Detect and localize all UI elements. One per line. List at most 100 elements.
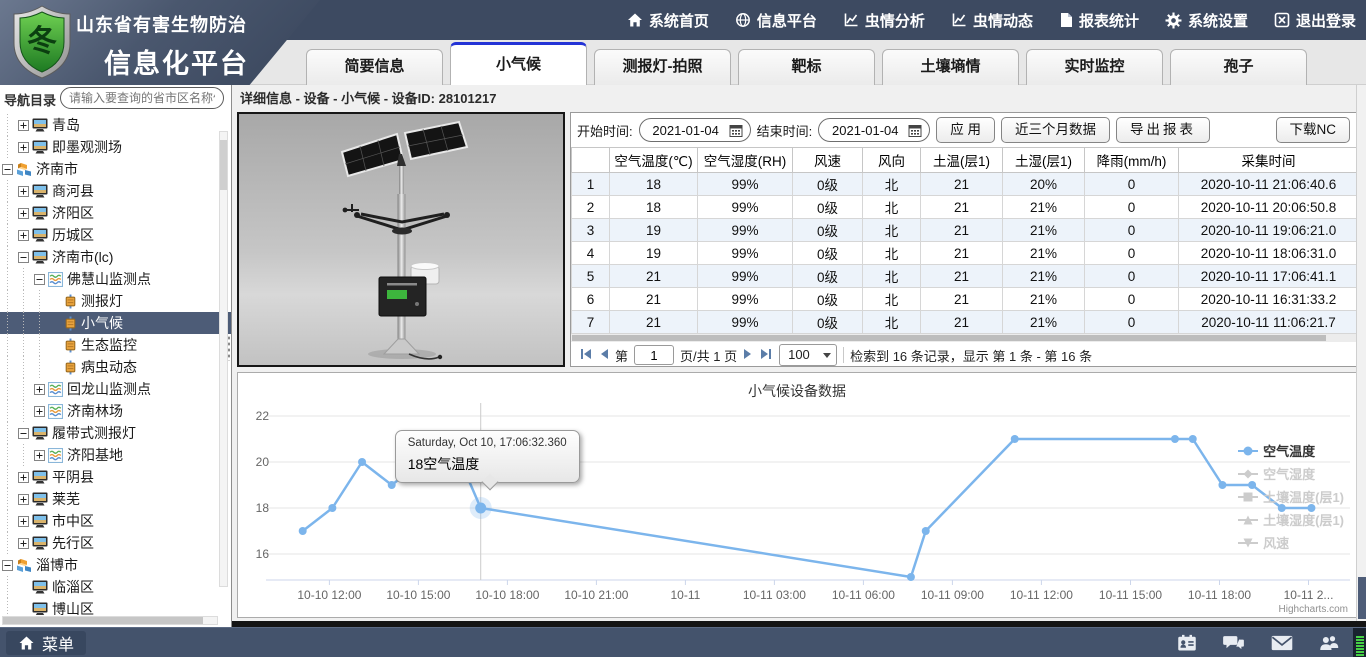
tree-expander[interactable] [16,114,32,136]
tree-expander[interactable] [0,158,16,180]
tab-2[interactable]: 测报灯-拍照 [594,49,731,85]
expand-plus-icon[interactable] [18,538,29,549]
next-page-button[interactable] [743,348,753,363]
tree-item-0[interactable]: 青岛 [0,114,232,136]
tree-item-1[interactable]: 即墨观测场 [0,136,232,158]
tree-item-18[interactable]: 市中区 [0,510,232,532]
page-number-input[interactable] [634,345,674,365]
tree-expander[interactable] [32,378,48,400]
table-row-6[interactable]: 62199%0级北2121%02020-10-11 16:31:33.2 [572,288,1358,311]
expand-plus-icon[interactable] [34,450,45,461]
tree-item-20[interactable]: 淄博市 [0,554,232,576]
tree-item-13[interactable]: 济南林场 [0,400,232,422]
tree-item-6[interactable]: 济南市(lc) [0,246,232,268]
legend-item-3[interactable]: 土壤湿度(层1) [1238,508,1344,531]
tab-4[interactable]: 土壤墒情 [882,49,1019,85]
table-row-2[interactable]: 21899%0级北2121%02020-10-11 20:06:50.8 [572,196,1358,219]
tree-item-21[interactable]: 临淄区 [0,576,232,598]
topnav-item-6[interactable]: 退出登录 [1274,10,1356,31]
topnav-item-2[interactable]: 虫情分析 [843,10,925,31]
tree-expander[interactable] [16,180,32,202]
download-nc-button[interactable]: 下载NC [1276,117,1351,143]
expand-plus-icon[interactable] [34,406,45,417]
table-row-7[interactable]: 72199%0级北2121%02020-10-11 11:06:21.7 [572,311,1358,334]
menu-button[interactable]: 菜单 [6,631,86,655]
table-row-5[interactable]: 52199%0级北2121%02020-10-11 17:06:41.1 [572,265,1358,288]
page-size-select[interactable]: 100 [779,344,837,366]
tree-item-19[interactable]: 先行区 [0,532,232,554]
apply-button[interactable]: 应 用 [936,117,995,143]
recent-three-months-button[interactable]: 近三个月数据 [1001,117,1110,143]
end-date-input[interactable] [825,119,905,141]
tree-item-7[interactable]: 佛慧山监测点 [0,268,232,290]
table-horizontal-scrollbar[interactable] [571,334,1356,342]
tree-expander[interactable] [16,202,32,224]
tree-item-5[interactable]: 历城区 [0,224,232,246]
expand-plus-icon[interactable] [18,230,29,241]
prev-page-button[interactable] [599,348,609,363]
table-row-1[interactable]: 11899%0级北2120%02020-10-11 21:06:40.6 [572,173,1358,196]
tree-item-4[interactable]: 济阳区 [0,202,232,224]
expand-plus-icon[interactable] [18,208,29,219]
collapse-minus-icon[interactable] [2,560,13,571]
legend-item-4[interactable]: 风速 [1238,531,1344,554]
expand-plus-icon[interactable] [18,142,29,153]
start-date-input[interactable] [646,119,726,141]
tree-expander[interactable] [32,444,48,466]
tab-6[interactable]: 孢子 [1170,49,1307,85]
sidebar-horizontal-scrollbar[interactable] [2,616,218,625]
expand-plus-icon[interactable] [18,516,29,527]
people-button[interactable] [1318,633,1340,653]
last-page-button[interactable] [759,348,773,363]
tab-0[interactable]: 简要信息 [306,49,443,85]
start-date-picker[interactable] [639,118,751,142]
collapse-minus-icon[interactable] [34,274,45,285]
tree-expander[interactable] [16,510,32,532]
tree-item-15[interactable]: 济阳基地 [0,444,232,466]
topnav-item-1[interactable]: 信息平台 [735,10,817,31]
legend-item-0[interactable]: 空气温度 [1238,439,1344,462]
collapse-minus-icon[interactable] [18,252,29,263]
topnav-item-0[interactable]: 系统首页 [627,10,709,31]
tree-expander[interactable] [16,466,32,488]
collapse-minus-icon[interactable] [18,428,29,439]
topnav-item-3[interactable]: 虫情动态 [951,10,1033,31]
export-report-button[interactable]: 导出报表 [1116,117,1210,143]
tree-expander[interactable] [32,268,48,290]
tree-item-11[interactable]: 病虫动态 [0,356,232,378]
main-vertical-scrollbar[interactable] [1356,85,1366,621]
topnav-item-5[interactable]: 系统设置 [1165,10,1248,31]
tree-item-17[interactable]: 莱芜 [0,488,232,510]
tree-expander[interactable] [16,224,32,246]
expand-plus-icon[interactable] [18,494,29,505]
tree-expander[interactable] [16,136,32,158]
tree-item-3[interactable]: 商河县 [0,180,232,202]
tree-expander[interactable] [16,532,32,554]
tab-3[interactable]: 靶标 [738,49,875,85]
idcard-button[interactable] [1176,633,1198,653]
expand-plus-icon[interactable] [34,384,45,395]
tree-expander[interactable] [32,400,48,422]
tree-expander[interactable] [16,488,32,510]
expand-plus-icon[interactable] [18,472,29,483]
expand-plus-icon[interactable] [18,186,29,197]
chat-button[interactable] [1222,633,1246,653]
table-row-3[interactable]: 31999%0级北2121%02020-10-11 19:06:21.0 [572,219,1358,242]
expand-plus-icon[interactable] [18,120,29,131]
tree-item-14[interactable]: 履带式测报灯 [0,422,232,444]
tree-item-2[interactable]: 济南市 [0,158,232,180]
legend-item-1[interactable]: 空气湿度 [1238,462,1344,485]
mail-button[interactable] [1270,634,1294,652]
panel-splitter-handle[interactable] [227,335,231,361]
tab-5[interactable]: 实时监控 [1026,49,1163,85]
scrollbar-thumb[interactable] [220,140,227,190]
scrollbar-thumb[interactable] [572,335,1326,341]
scrollbar-thumb[interactable] [3,617,203,624]
tree-expander[interactable] [0,554,16,576]
legend-item-2[interactable]: 土壤温度(层1) [1238,485,1344,508]
end-date-picker[interactable] [818,118,930,142]
tree-item-10[interactable]: 生态监控 [0,334,232,356]
region-search-input[interactable] [60,87,224,109]
tree-item-8[interactable]: 测报灯 [0,290,232,312]
collapse-minus-icon[interactable] [2,164,13,175]
